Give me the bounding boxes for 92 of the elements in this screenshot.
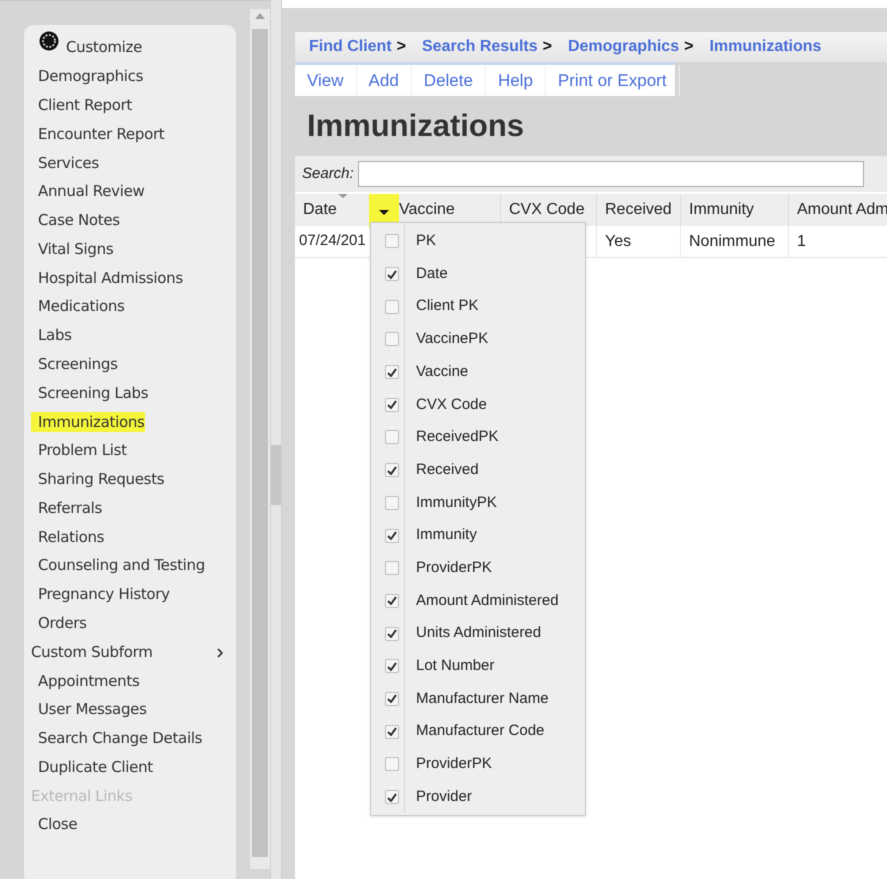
sidebar-item[interactable]: Custom Subform (31, 642, 217, 662)
menu-item[interactable]: ProviderPK (416, 753, 492, 776)
sidebar-item[interactable]: Annual Review (31, 181, 145, 202)
sidebar-item[interactable]: Customize (66, 37, 142, 58)
sidebar-item[interactable]: Encounter Report (31, 124, 164, 144)
chevron-right-icon (217, 648, 223, 658)
sidebar-item[interactable]: Medications (31, 296, 125, 316)
sort-icon (338, 194, 348, 198)
checkbox[interactable] (385, 790, 399, 804)
sidebar-item[interactable]: Relations (31, 526, 104, 547)
breadcrumb-link[interactable]: Immunizations (709, 35, 822, 59)
sidebar-item[interactable]: Duplicate Client (31, 756, 153, 777)
checkbox[interactable] (385, 561, 399, 576)
sidebar-item[interactable]: Orders (31, 613, 87, 634)
checkbox[interactable] (385, 463, 399, 478)
menu-item[interactable]: ProviderPK (416, 556, 492, 580)
checkbox[interactable] (385, 300, 399, 314)
breadcrumb-link[interactable]: Find Client (309, 35, 392, 59)
checkbox[interactable] (385, 659, 399, 674)
sidebar-item[interactable]: Case Notes (31, 210, 120, 230)
scrollbar[interactable] (250, 9, 270, 869)
toolbar-link[interactable]: View (295, 65, 357, 96)
table-cell-text: Yes (605, 232, 632, 252)
column-header[interactable]: Date (303, 198, 337, 222)
menu-item[interactable]: Client PK (416, 295, 479, 318)
sidebar-item[interactable]: Screenings (31, 354, 118, 374)
sidebar-item[interactable]: User Messages (31, 699, 147, 720)
breadcrumb-separator: > (396, 37, 406, 57)
breadcrumb-link[interactable]: Demographics (568, 35, 680, 59)
search-label: Search: (302, 164, 354, 184)
column-header[interactable]: Immunity (689, 198, 754, 222)
menu-item[interactable]: Manufacturer Name (416, 688, 549, 710)
checkbox[interactable] (385, 724, 399, 739)
checkbox[interactable] (385, 365, 399, 380)
menu-item[interactable]: Manufacturer Code (416, 720, 544, 743)
checkbox[interactable] (385, 398, 399, 412)
checkbox[interactable] (385, 267, 399, 282)
toolbar-link[interactable]: Delete (412, 65, 486, 96)
menu-item[interactable]: Units Administered (416, 622, 542, 645)
sidebar-item[interactable]: Pregnancy History (31, 584, 170, 604)
menu-item[interactable]: Provider (416, 786, 472, 808)
page-title: Immunizations (306, 106, 526, 145)
sidebar-item[interactable]: Client Report (31, 94, 132, 115)
sidebar-item[interactable]: Problem List (31, 440, 127, 460)
menu-item[interactable]: Date (416, 262, 448, 286)
checkbox[interactable] (385, 430, 399, 444)
column-header[interactable]: CVX Code (509, 198, 585, 222)
sidebar-item[interactable]: Vital Signs (31, 238, 114, 259)
sidebar-item[interactable]: Sharing Requests (31, 469, 164, 490)
table-cell-text: Nonimmune (689, 232, 776, 252)
menu-item[interactable]: ImmunityPK (416, 492, 497, 514)
checkbox[interactable] (385, 496, 399, 510)
checkbox[interactable] (385, 528, 399, 543)
checkbox[interactable] (385, 234, 399, 248)
table-cell-text: 1 (797, 232, 806, 252)
sidebar-item[interactable]: Screening Labs (31, 382, 148, 403)
sidebar-item[interactable]: Referrals (31, 498, 102, 518)
toolbar-link[interactable]: Help (486, 65, 546, 96)
menu-item[interactable]: PK (416, 230, 436, 253)
table-cell-text: 07/24/201 (299, 231, 366, 252)
caret-down-icon (379, 210, 389, 214)
menu-item[interactable]: CVX Code (416, 394, 487, 416)
column-header[interactable]: Vaccine (399, 198, 455, 222)
toolbar-link[interactable]: Print or Export (546, 65, 680, 96)
sidebar-item[interactable]: Services (31, 152, 99, 173)
toolbar-link[interactable]: Add (356, 65, 412, 96)
checkbox[interactable] (385, 692, 399, 706)
breadcrumb-separator: > (684, 37, 694, 57)
sidebar-item[interactable]: Hospital Admissions (31, 268, 183, 288)
sidebar-item[interactable]: Immunizations (31, 412, 145, 432)
menu-item[interactable]: ReceivedPK (416, 426, 499, 449)
menu-item[interactable]: Immunity (416, 524, 477, 547)
sidebar-item[interactable]: Counseling and Testing (31, 555, 205, 576)
checkbox[interactable] (385, 757, 399, 772)
checkbox[interactable] (385, 626, 399, 641)
menu-item[interactable]: Amount Administered (416, 590, 559, 612)
menu-item[interactable]: VaccinePK (416, 328, 488, 351)
sidebar-item[interactable]: Labs (31, 325, 72, 346)
sidebar-item[interactable]: Demographics (31, 66, 144, 86)
sidebar-item[interactable]: Close (31, 814, 78, 834)
breadcrumb-link[interactable]: Search Results (422, 35, 538, 59)
search-field[interactable] (358, 161, 864, 187)
column-header[interactable]: Received (605, 198, 672, 222)
sidebar-item[interactable]: Search Change Details (31, 728, 202, 748)
gear-icon (39, 31, 59, 52)
menu-item[interactable]: Lot Number (416, 655, 494, 678)
menu-item[interactable]: Received (416, 458, 479, 482)
checkbox[interactable] (385, 594, 399, 608)
breadcrumb-separator: > (542, 37, 552, 57)
checkbox[interactable] (385, 332, 399, 346)
menu-item[interactable]: Vaccine (416, 360, 468, 384)
sidebar-item[interactable]: Appointments (31, 670, 140, 691)
